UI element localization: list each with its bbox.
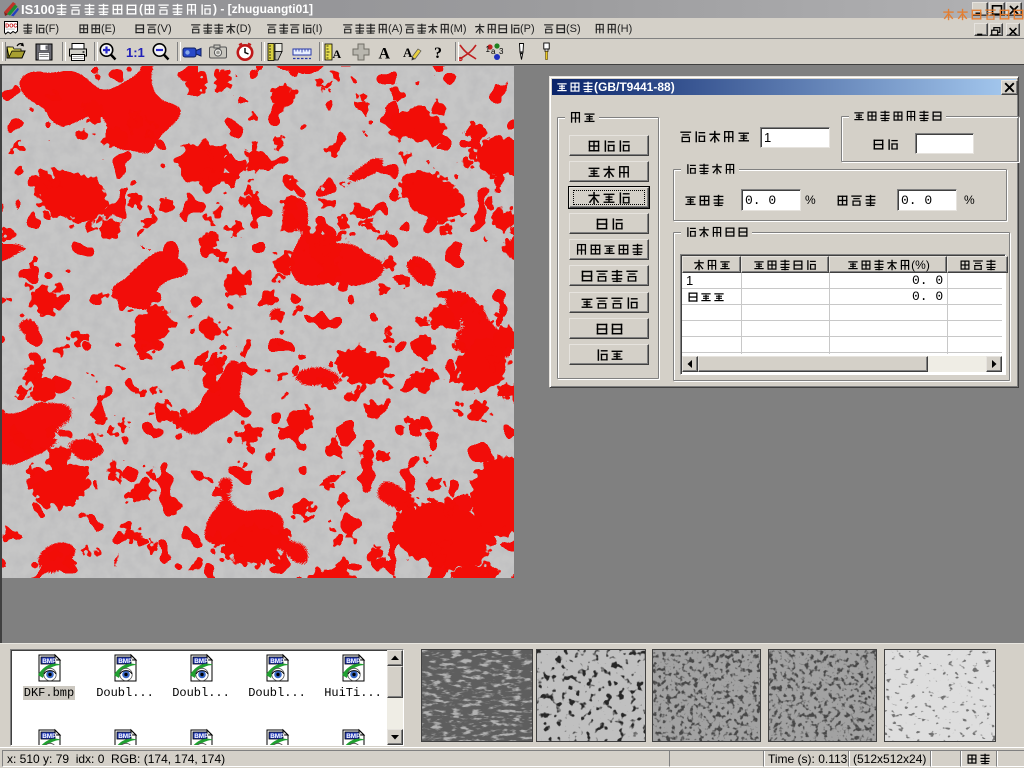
svg-text:1: 1 (486, 45, 491, 54)
svg-text:?: ? (434, 45, 442, 62)
svg-text:A: A (403, 45, 413, 60)
svg-text:DOC: DOC (5, 23, 17, 29)
svg-text:3: 3 (499, 47, 504, 56)
svg-text:1:1: 1:1 (126, 45, 145, 60)
svg-text:A: A (333, 47, 342, 61)
svg-text:a: a (491, 47, 496, 56)
svg-text:A: A (379, 46, 391, 63)
